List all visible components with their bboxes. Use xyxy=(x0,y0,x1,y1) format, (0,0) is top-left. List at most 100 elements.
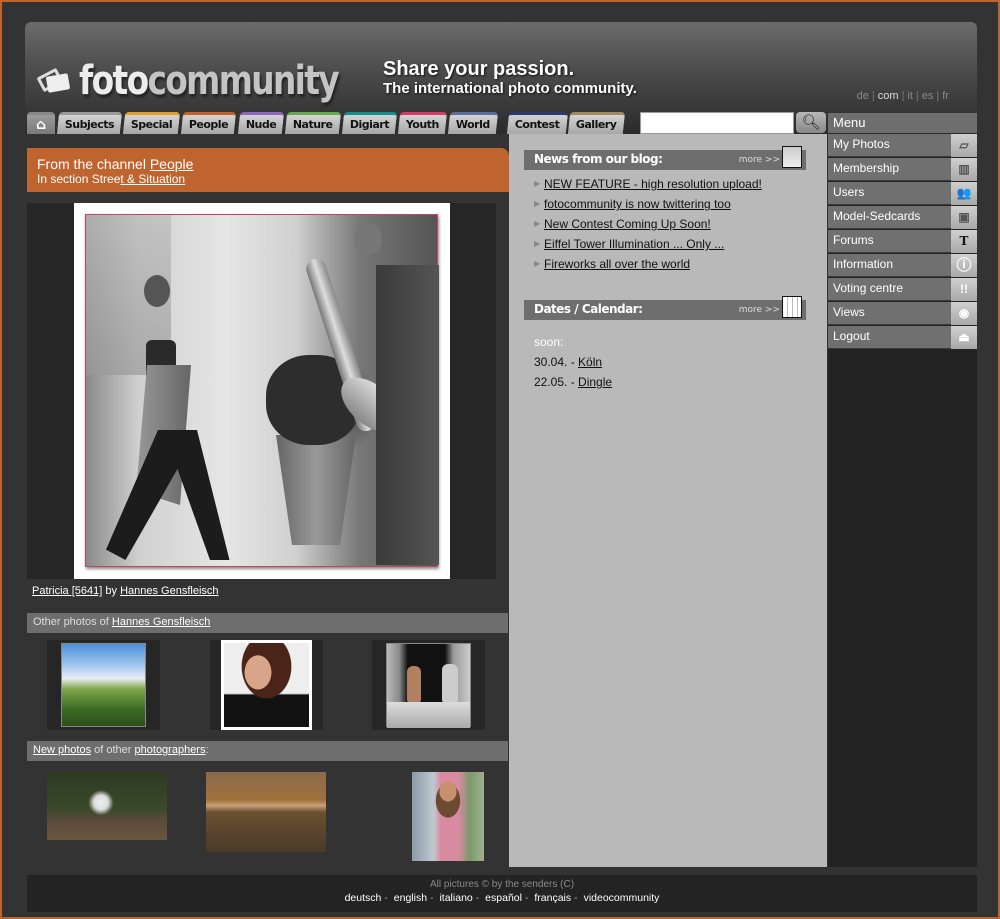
blog-item: ▶ New Contest Coming Up Soon! xyxy=(534,214,762,234)
photo-title-link[interactable]: Patricia [5641] xyxy=(32,585,102,597)
arrow-icon: ▶ xyxy=(534,179,541,188)
menu-item-my-photos[interactable]: My Photos ▱ xyxy=(828,134,977,157)
tab-people[interactable]: People xyxy=(181,112,237,134)
newspaper-icon xyxy=(782,146,802,168)
tab-nature[interactable]: Nature xyxy=(284,112,341,134)
arrow-icon: ▶ xyxy=(534,199,541,208)
menu-item-users[interactable]: Users 👥 xyxy=(828,182,977,205)
new-photos-link[interactable]: New photos xyxy=(33,744,91,756)
arrow-icon: ▶ xyxy=(534,259,541,268)
photos-logo-icon xyxy=(36,66,73,96)
lang-com[interactable]: com xyxy=(878,90,899,102)
soon-label: soon: xyxy=(534,335,564,349)
thumb-star-sculpture[interactable] xyxy=(47,772,167,840)
language-switcher: de | com | it | es | fr xyxy=(856,90,949,102)
thumb-balcony[interactable] xyxy=(386,643,471,728)
tab-nude[interactable]: Nude xyxy=(237,112,285,134)
tagline: Share your passion. The international ph… xyxy=(383,58,637,97)
lang-fr[interactable]: fr xyxy=(942,90,949,102)
other-photos-header: Other photos of Hannes Gensfleisch xyxy=(27,613,508,633)
blog-header: News from our blog: more >> xyxy=(524,146,806,170)
membership-icon: ▥ xyxy=(951,158,977,181)
thumb-reclining-figure[interactable] xyxy=(206,772,326,852)
menu-item-membership[interactable]: Membership ▥ xyxy=(828,158,977,181)
tab-home[interactable]: ⌂ xyxy=(27,112,55,134)
search-button[interactable]: 🔍︎ xyxy=(796,112,826,133)
tab-world[interactable]: World xyxy=(447,112,498,134)
featured-photo-frame xyxy=(27,203,496,579)
voting-icon: !! xyxy=(951,278,977,301)
photo-caption: Patricia [5641] by Hannes Gensfleisch xyxy=(32,585,219,597)
photos-icon: ▱ xyxy=(951,134,977,157)
menu-item-voting-centre[interactable]: Voting centre!! xyxy=(828,278,977,301)
tab-special[interactable]: Special xyxy=(123,112,181,134)
blog-item: ▶ NEW FEATURE - high resolution upload! xyxy=(534,174,762,194)
lang-de[interactable]: de xyxy=(857,90,869,102)
event-link[interactable]: Köln xyxy=(578,355,602,369)
footer-link-espanol[interactable]: español xyxy=(485,892,522,904)
calendar-more-link[interactable]: more >> xyxy=(739,305,780,315)
forum-icon: T xyxy=(951,230,977,253)
lang-es[interactable]: es xyxy=(922,90,934,102)
menu-item-forums[interactable]: Forums T xyxy=(828,230,977,253)
featured-photo-image[interactable] xyxy=(85,214,439,567)
side-menu: My Photos ▱ Membership ▥ Users 👥 Model-Sedc… xyxy=(828,134,977,867)
blog-item: ▶ Fireworks all over the world xyxy=(534,254,762,274)
info-icon: ⓘ xyxy=(951,254,977,277)
menu-item-logout[interactable]: Logout ⏏ xyxy=(828,326,977,349)
thumb-landscape[interactable] xyxy=(61,643,146,727)
thumb-cell xyxy=(372,640,485,730)
logo-foto: foto xyxy=(79,58,149,104)
blog-more-link[interactable]: more >> xyxy=(739,155,780,165)
calendar-list: soon: 30.04. - Köln 22.05. - Dingle xyxy=(534,332,612,392)
tab-contest[interactable]: Contest xyxy=(506,112,568,134)
footer-link-videocommunity[interactable]: videocommunity xyxy=(584,892,660,904)
thumb-woman-portrait[interactable] xyxy=(412,772,484,861)
photographers-link[interactable]: photographers xyxy=(135,744,206,756)
thumb-cell xyxy=(47,640,160,730)
section-link[interactable]: t & Situation xyxy=(120,172,185,186)
sedcard-icon: ▣ xyxy=(951,206,977,229)
copyright: All pictures © by the senders (C) xyxy=(429,879,575,890)
calendar-icon xyxy=(782,296,802,318)
footer-link-francais[interactable]: français xyxy=(534,892,571,904)
menu-item-views[interactable]: Views ◉ xyxy=(828,302,977,325)
featured-photo[interactable] xyxy=(74,203,450,579)
thumb-portrait[interactable] xyxy=(221,640,312,730)
footer-links: deutsch - english - italiano - español - fra… xyxy=(344,892,660,904)
tagline-sub: The international photo community. xyxy=(383,80,637,97)
tab-subjects[interactable]: Subjects xyxy=(56,112,123,134)
news-column: News from our blog: more >> ▶ NEW FEATURE… xyxy=(509,134,827,867)
featured-photo-panel: From the channel People In section Stree… xyxy=(27,134,509,867)
thumb-cell xyxy=(210,640,323,730)
arrow-icon: ▶ xyxy=(534,239,541,248)
logo-community: community xyxy=(147,58,339,104)
tab-gallery[interactable]: Gallery xyxy=(567,112,625,134)
menu-item-information[interactable]: Information ⓘ xyxy=(828,254,977,277)
lang-it[interactable]: it xyxy=(907,90,913,102)
event-link[interactable]: Dingle xyxy=(578,375,612,389)
calendar-header: Dates / Calendar: more >> xyxy=(524,296,806,320)
tab-youth[interactable]: Youth xyxy=(397,112,447,134)
footer-link-italiano[interactable]: italiano xyxy=(439,892,472,904)
tagline-main: Share your passion. xyxy=(383,58,575,80)
other-photos-author-link[interactable]: Hannes Gensfleisch xyxy=(112,616,210,628)
footer-link-english[interactable]: english xyxy=(394,892,427,904)
blog-list: ▶ NEW FEATURE - high resolution upload! ▶… xyxy=(534,174,762,274)
channel-tabs: ⌂ Subjects Special People Nude Nature Di… xyxy=(27,110,627,134)
menu-item-model-sedcards[interactable]: Model-Sedcards ▣ xyxy=(828,206,977,229)
new-photos-header: New photos of other photographers: xyxy=(27,741,508,761)
channel-link[interactable]: People xyxy=(150,156,194,172)
footer-link-deutsch[interactable]: deutsch xyxy=(345,892,382,904)
arrow-icon: ▶ xyxy=(534,219,541,228)
magnifier-icon: 🔍︎ xyxy=(801,114,821,131)
new-photos-row xyxy=(27,772,508,864)
logo[interactable]: fotocommunity xyxy=(36,58,395,104)
search-input[interactable] xyxy=(640,112,794,134)
calendar-event: 22.05. - Dingle xyxy=(534,375,613,389)
tab-digiart[interactable]: Digiart xyxy=(341,112,397,134)
blog-item: ▶ fotocommunity is now twittering too xyxy=(534,194,762,214)
users-icon: 👥 xyxy=(951,182,977,205)
photo-author-link[interactable]: Hannes Gensfleisch xyxy=(120,585,218,597)
eject-icon: ⏏ xyxy=(951,326,977,349)
